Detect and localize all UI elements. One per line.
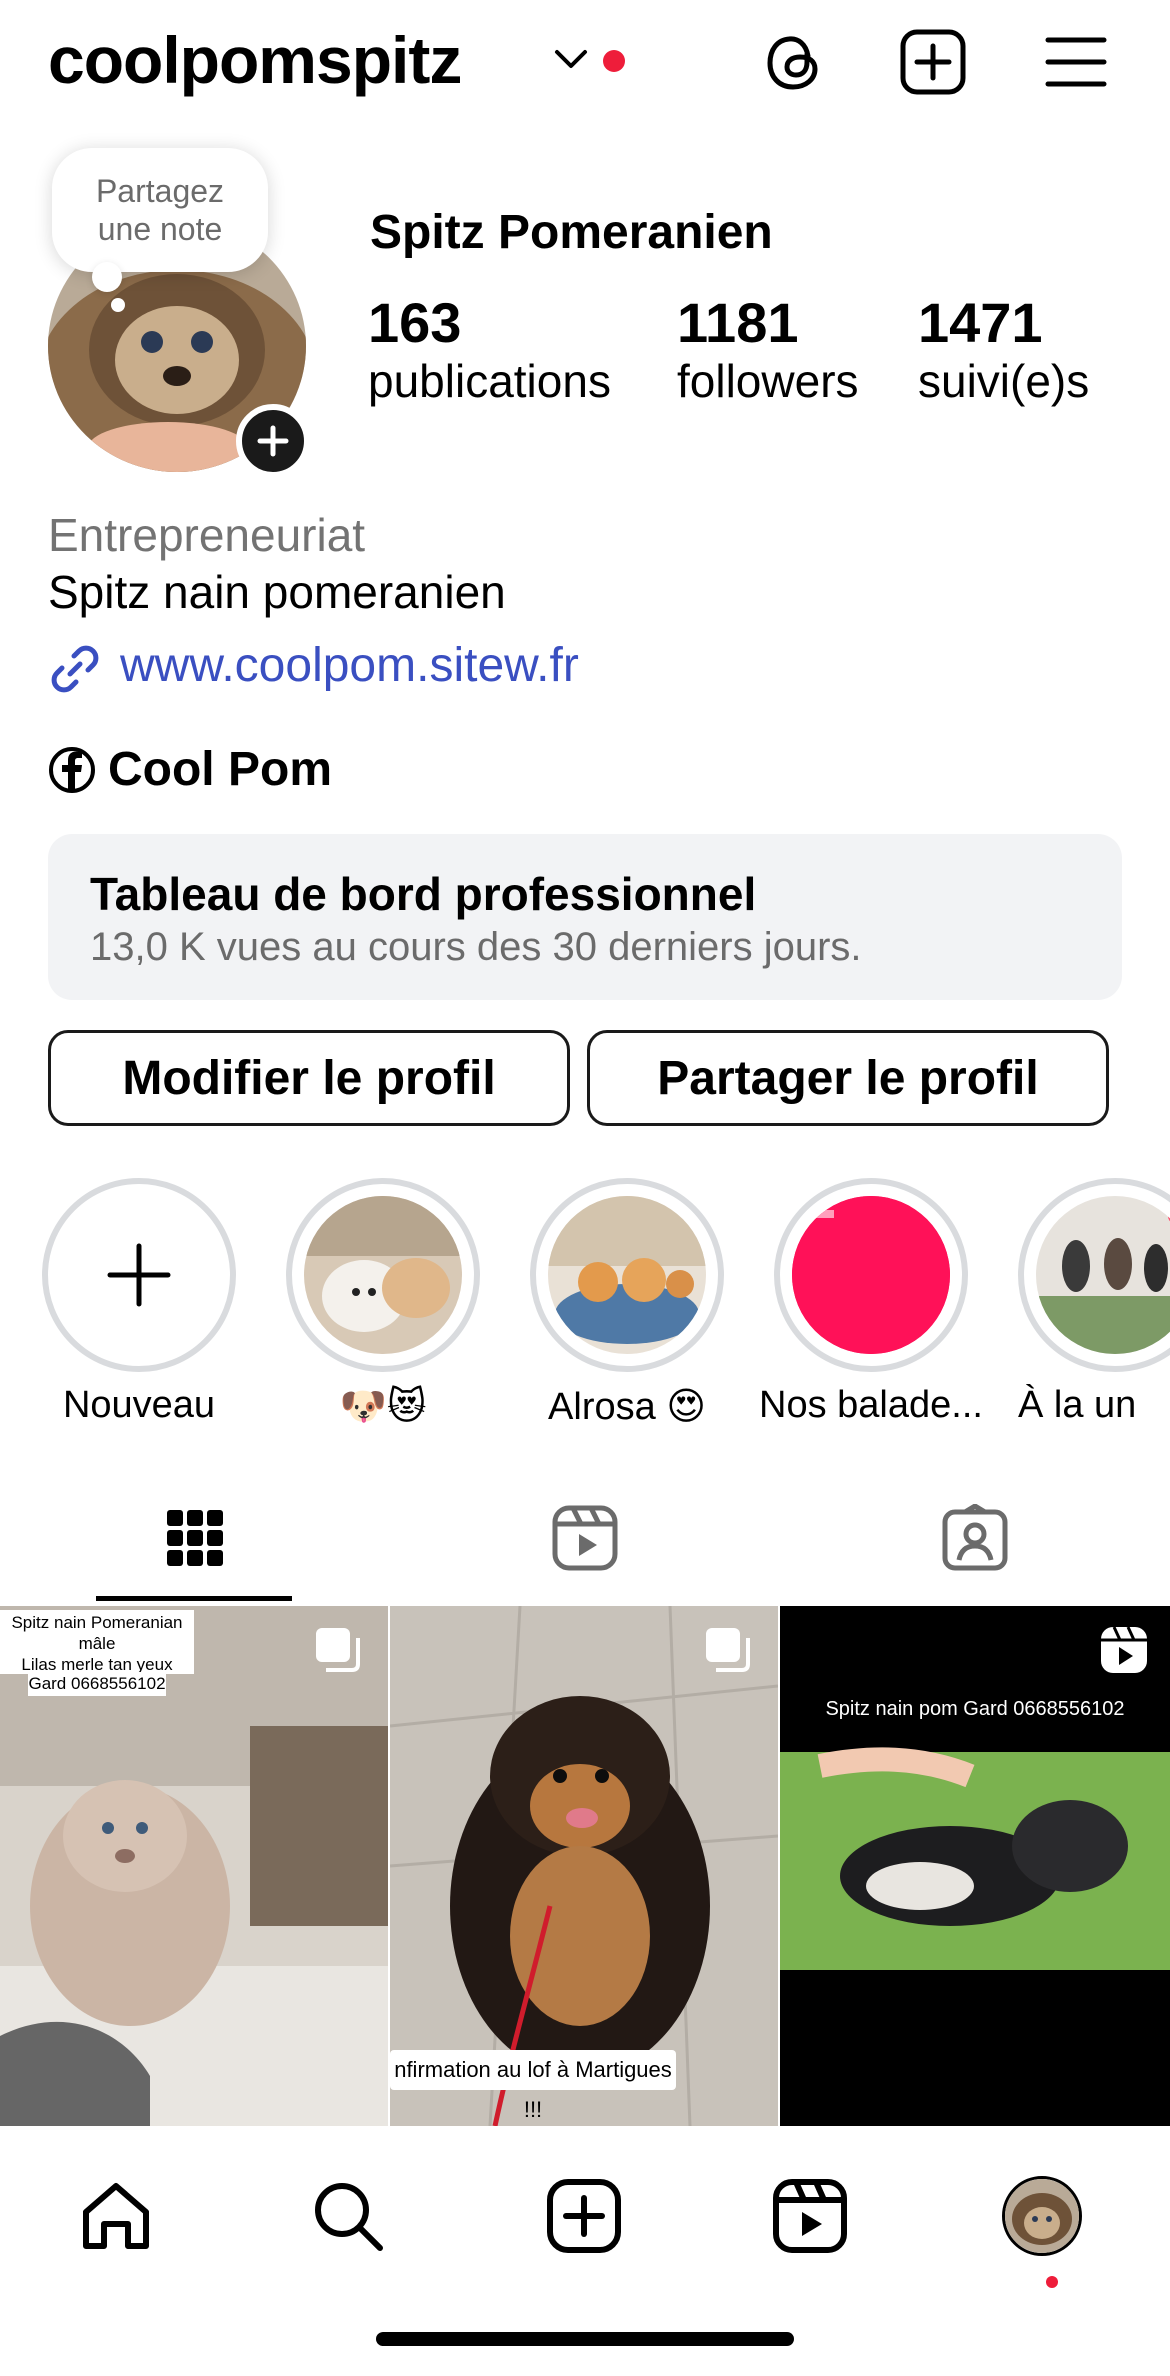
link-icon bbox=[51, 645, 99, 693]
followers-count: 1181 bbox=[677, 291, 799, 354]
profile-category: Entrepreneuriat bbox=[48, 509, 366, 561]
nav-reels[interactable] bbox=[762, 2168, 858, 2264]
overlay-line: Gard 0668556102 bbox=[28, 1672, 166, 1696]
create-icon bbox=[547, 2179, 621, 2253]
followers-stat[interactable]: 1181 followers bbox=[677, 292, 859, 408]
highlight-item[interactable]: À la un bbox=[1018, 1178, 1170, 1426]
posts-grid: Spitz nain Pomeranian mâle Lilas merle t… bbox=[0, 1606, 1170, 2126]
highlight-label: Nos balade... bbox=[759, 1384, 983, 1426]
facebook-icon bbox=[49, 747, 95, 793]
tagged-icon bbox=[942, 1504, 1008, 1571]
post-image bbox=[780, 1606, 1170, 2126]
username[interactable]: coolpomspitz bbox=[48, 22, 462, 98]
threads-icon[interactable] bbox=[758, 26, 830, 98]
edit-profile-button[interactable]: Modifier le profil bbox=[48, 1030, 570, 1126]
highlight-item[interactable]: Alrosa 😍 bbox=[530, 1178, 724, 1428]
highlight-cover bbox=[304, 1196, 462, 1354]
highlight-label: Nouveau bbox=[62, 1384, 216, 1426]
post-overlay-text: Spitz nain Pomeranian mâle Lilas merle t… bbox=[0, 1610, 194, 1695]
carousel-icon bbox=[706, 1628, 750, 1672]
posts-label: publications bbox=[368, 355, 611, 407]
grid-icon bbox=[167, 1510, 223, 1566]
highlight-item[interactable]: 🐶😻 bbox=[286, 1178, 480, 1428]
chevron-down-icon[interactable] bbox=[553, 44, 589, 72]
profile-tabs bbox=[0, 1472, 1170, 1604]
share-profile-button[interactable]: Partager le profil bbox=[587, 1030, 1109, 1126]
nav-profile[interactable] bbox=[994, 2168, 1090, 2264]
notification-dot bbox=[603, 50, 625, 72]
note-tail bbox=[92, 262, 122, 292]
post-image bbox=[390, 1606, 778, 2126]
profile-avatar bbox=[1002, 2176, 1082, 2256]
top-bar: coolpomspitz bbox=[0, 0, 1170, 120]
reels-icon bbox=[552, 1505, 618, 1571]
post-overlay-text: nfirmation au lof à Martigues !!! bbox=[390, 2050, 676, 2122]
website-link-text[interactable]: www.coolpom.sitew.fr bbox=[120, 638, 579, 693]
tab-reels[interactable] bbox=[390, 1472, 780, 1604]
note-line-1: Partagez bbox=[95, 173, 225, 209]
dashboard-subtitle: 13,0 K vues au cours des 30 derniers jou… bbox=[90, 925, 862, 969]
active-tab-indicator bbox=[96, 1596, 292, 1601]
home-icon bbox=[83, 2183, 149, 2249]
facebook-page-name[interactable]: Cool Pom bbox=[108, 742, 332, 797]
following-stat[interactable]: 1471 suivi(e)s bbox=[918, 292, 1089, 408]
nav-home[interactable] bbox=[68, 2168, 164, 2264]
carousel-icon bbox=[316, 1628, 360, 1672]
post-overlay-text: Spitz nain pom Gard 0668556102 bbox=[825, 1698, 1125, 1720]
dashboard-title: Tableau de bord professionnel bbox=[90, 868, 757, 920]
note-tail-small bbox=[111, 298, 125, 312]
highlight-new[interactable]: Nouveau bbox=[42, 1178, 236, 1426]
add-story-button[interactable] bbox=[236, 404, 310, 478]
tab-tagged[interactable] bbox=[780, 1472, 1170, 1604]
post-thumbnail[interactable]: Spitz nain pom Gard 0668556102 bbox=[780, 1606, 1170, 2126]
post-thumbnail[interactable]: Spitz nain Pomeranian mâle Lilas merle t… bbox=[0, 1606, 388, 2126]
nav-search[interactable] bbox=[300, 2168, 396, 2264]
search-icon bbox=[315, 2183, 383, 2251]
posts-count: 163 bbox=[368, 291, 462, 354]
highlight-cover bbox=[792, 1196, 950, 1354]
home-indicator bbox=[376, 2332, 794, 2346]
posts-stat[interactable]: 163 publications bbox=[368, 292, 611, 408]
note-bubble[interactable]: Partagez une note bbox=[52, 148, 268, 272]
professional-dashboard[interactable]: Tableau de bord professionnel 13,0 K vue… bbox=[48, 834, 1122, 1000]
highlight-item[interactable]: Nos balade... bbox=[759, 1178, 983, 1426]
highlight-cover bbox=[548, 1196, 706, 1354]
highlight-label: Alrosa 😍 bbox=[548, 1386, 706, 1428]
highlight-cover bbox=[1036, 1196, 1170, 1354]
overlay-line: Spitz nain Pomeranian mâle bbox=[11, 1613, 183, 1653]
following-label: suivi(e)s bbox=[918, 355, 1090, 407]
reels-icon bbox=[773, 2179, 847, 2253]
full-name: Spitz Pomeranien bbox=[370, 206, 773, 259]
profile-bio: Spitz nain pomeranien bbox=[48, 566, 506, 618]
reels-icon bbox=[1101, 1626, 1147, 1673]
nav-create[interactable] bbox=[536, 2168, 632, 2264]
tab-grid[interactable] bbox=[0, 1472, 390, 1604]
activity-dot bbox=[1046, 2276, 1058, 2288]
post-thumbnail[interactable]: nfirmation au lof à Martigues !!! bbox=[390, 1606, 778, 2126]
followers-label: followers bbox=[677, 355, 859, 407]
note-line-2: une note bbox=[97, 211, 223, 247]
highlight-label: 🐶😻 bbox=[339, 1386, 427, 1428]
highlight-label: À la un bbox=[1018, 1384, 1137, 1426]
plus-icon bbox=[107, 1243, 171, 1307]
menu-icon[interactable] bbox=[1040, 26, 1112, 98]
following-count: 1471 bbox=[918, 291, 1043, 354]
create-icon[interactable] bbox=[897, 26, 969, 98]
